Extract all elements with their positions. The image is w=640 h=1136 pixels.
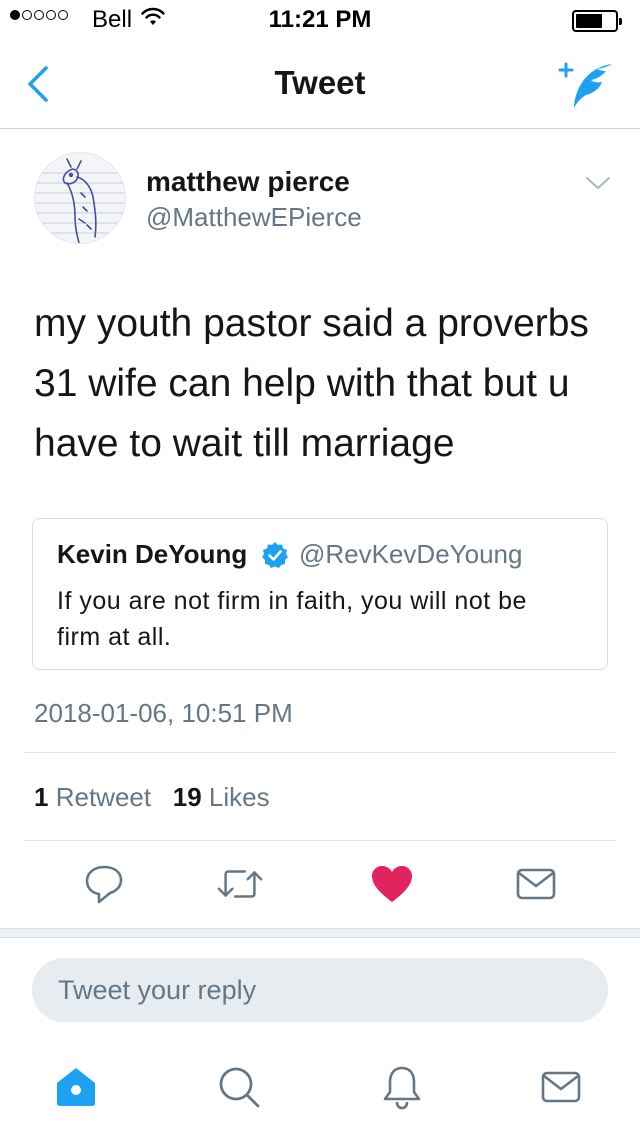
- tab-search[interactable]: [214, 1062, 264, 1112]
- retweet-count[interactable]: 1: [34, 782, 48, 812]
- like-button[interactable]: [368, 860, 416, 908]
- section-divider: [0, 928, 640, 938]
- tweet-timestamp: 2018-01-06, 10:51 PM: [34, 698, 293, 728]
- direct-message-button[interactable]: [512, 860, 560, 908]
- reply-button[interactable]: [80, 860, 128, 908]
- notifications-icon: [383, 1066, 421, 1110]
- divider: [24, 840, 616, 841]
- author-name[interactable]: matthew pierce: [146, 166, 350, 198]
- messages-icon: [541, 1071, 581, 1103]
- like-label[interactable]: Likes: [209, 782, 270, 812]
- retweet-icon: [217, 870, 263, 898]
- nav-divider: [0, 128, 640, 129]
- like-count[interactable]: 19: [173, 782, 202, 812]
- chevron-down-icon[interactable]: [584, 174, 612, 192]
- tab-notifications[interactable]: [377, 1062, 427, 1112]
- reply-input[interactable]: Tweet your reply: [32, 958, 608, 1022]
- retweet-button[interactable]: [216, 860, 264, 908]
- tweet-stats: 1 Retweet 19 Likes: [34, 782, 270, 813]
- tab-home[interactable]: [51, 1062, 101, 1112]
- author-handle[interactable]: @MatthewEPierce: [146, 202, 362, 233]
- quoted-tweet-text: If you are not firm in faith, you will n…: [57, 587, 527, 651]
- status-time: 11:21 PM: [268, 6, 372, 33]
- status-bar: Bell 11:21 PM: [0, 0, 640, 40]
- reply-icon: [85, 865, 123, 904]
- retweet-label[interactable]: Retweet: [56, 782, 151, 812]
- battery-icon: [572, 10, 622, 32]
- page-title: Tweet: [274, 64, 366, 101]
- avatar[interactable]: [34, 152, 126, 244]
- tweet-text: my youth pastor said a proverbs 31 wife …: [34, 302, 589, 465]
- quoted-author-name: Kevin DeYoung: [57, 539, 248, 569]
- compose-tweet-icon: [558, 62, 612, 108]
- verified-badge-icon: [262, 542, 288, 568]
- divider: [24, 752, 616, 753]
- envelope-icon: [516, 868, 556, 900]
- search-icon: [219, 1067, 260, 1108]
- heart-icon: [372, 866, 412, 902]
- home-icon: [57, 1068, 95, 1106]
- compose-tweet-button[interactable]: [556, 60, 616, 112]
- quoted-author-handle: @RevKevDeYoung: [299, 539, 523, 569]
- tab-messages[interactable]: [536, 1062, 586, 1112]
- giraffe-drawing-icon: [35, 158, 125, 243]
- quoted-tweet[interactable]: Kevin DeYoung @RevKevDeYoung If you are …: [32, 518, 608, 670]
